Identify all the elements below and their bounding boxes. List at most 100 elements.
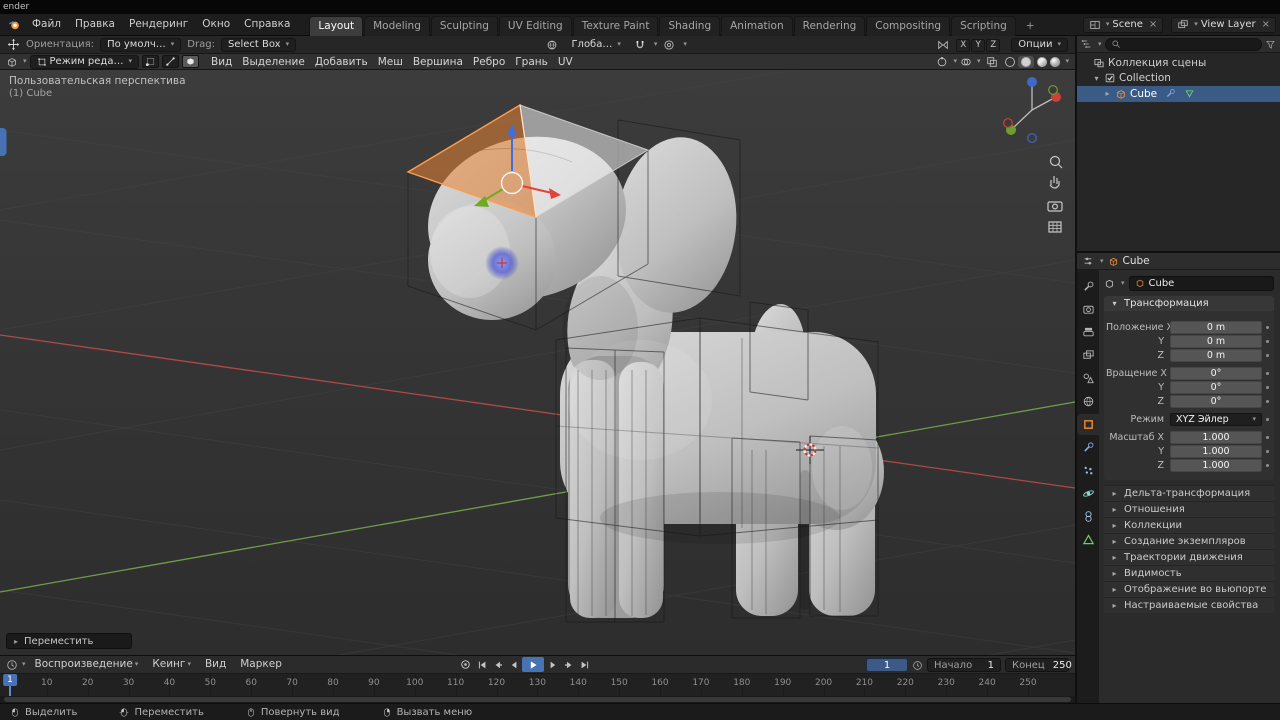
animate-dot[interactable] xyxy=(1262,464,1272,467)
orientation-dropdown[interactable]: По умолч… ▾ xyxy=(100,37,182,52)
shading-rendered-button[interactable] xyxy=(1050,56,1061,67)
viewport-menu-item[interactable]: UV xyxy=(553,56,578,68)
chevron-down-icon[interactable]: ▾ xyxy=(1121,279,1125,287)
drag-dropdown[interactable]: Select Box ▾ xyxy=(220,37,297,52)
blender-menu-button[interactable] xyxy=(4,18,25,31)
show-gizmo-icon[interactable] xyxy=(936,56,948,68)
preview-range-icon[interactable] xyxy=(912,660,923,671)
chevron-down-icon[interactable]: ▾ xyxy=(1098,40,1102,48)
animate-dot[interactable] xyxy=(1262,400,1272,403)
property-value-field[interactable]: 0° xyxy=(1170,367,1262,380)
next-frame-button[interactable] xyxy=(545,657,560,672)
properties-tab-object-data[interactable] xyxy=(1077,529,1099,550)
edge-select-button[interactable] xyxy=(162,55,179,68)
property-value-field[interactable]: 0 m xyxy=(1170,349,1262,362)
menubar-item[interactable]: Рендеринг xyxy=(122,14,195,35)
timeline-menu-item[interactable]: Маркер xyxy=(233,656,289,673)
chevron-down-icon[interactable]: ▾ xyxy=(977,58,981,65)
next-keyframe-button[interactable] xyxy=(561,657,576,672)
axis-x-neg-ball[interactable] xyxy=(1003,118,1013,128)
outliner-row[interactable]: Коллекция сцены xyxy=(1077,55,1280,71)
axis-y-neg-ball[interactable] xyxy=(1048,85,1058,95)
shading-wireframe-button[interactable] xyxy=(1005,56,1016,67)
overlays-icon[interactable] xyxy=(960,56,972,68)
properties-section-collapsed[interactable]: ▸ Коллекции xyxy=(1104,517,1274,533)
workspace-tab[interactable]: UV Editing xyxy=(498,15,572,36)
workspace-tab[interactable]: Layout xyxy=(309,15,364,36)
axis-z-neg-ball[interactable] xyxy=(1027,133,1037,143)
viewport-menu-item[interactable]: Добавить xyxy=(310,56,373,68)
remove-view-layer-button[interactable]: × xyxy=(1259,19,1270,30)
menubar-item[interactable]: Окно xyxy=(195,14,237,35)
properties-tab-view-layer[interactable] xyxy=(1077,345,1099,366)
chevron-down-icon[interactable]: ▾ xyxy=(654,41,658,48)
unlink-scene-button[interactable]: × xyxy=(1146,19,1157,30)
workspace-tab[interactable]: Shading xyxy=(659,15,721,36)
pivot-dropdown[interactable]: Глоба… ▾ xyxy=(564,38,627,52)
current-frame-field[interactable]: 1 xyxy=(866,658,908,672)
prev-keyframe-button[interactable] xyxy=(490,657,505,672)
record-button[interactable] xyxy=(458,657,473,672)
timeline-ruler[interactable]: 1102030405060708090100110120130140150160… xyxy=(0,674,1075,696)
properties-tab-world[interactable] xyxy=(1077,391,1099,412)
timeline-scrollbar[interactable] xyxy=(4,697,1071,702)
properties-section-collapsed[interactable]: ▸ Отображение во вьюпорте xyxy=(1104,581,1274,597)
editor-type-icon[interactable] xyxy=(6,56,18,68)
outliner-search-input[interactable] xyxy=(1104,37,1262,51)
jump-to-end-button[interactable] xyxy=(577,657,592,672)
properties-tab-output[interactable] xyxy=(1077,322,1099,343)
properties-tab-render[interactable] xyxy=(1077,299,1099,320)
property-value-field[interactable]: 0 m xyxy=(1170,335,1262,348)
add-workspace-button[interactable]: + xyxy=(1017,16,1044,36)
animate-dot[interactable] xyxy=(1262,372,1272,375)
animate-dot[interactable] xyxy=(1262,326,1272,329)
filter-icon[interactable] xyxy=(1265,39,1276,50)
view-layer-selector[interactable]: ▾ View Layer × xyxy=(1171,16,1276,33)
workspace-tab[interactable]: Compositing xyxy=(866,15,951,36)
snap-magnet-icon[interactable] xyxy=(634,39,646,51)
menubar-item[interactable]: Справка xyxy=(237,14,297,35)
timeline-menu-item[interactable]: Воспроизведение ▾ xyxy=(28,656,146,673)
animate-dot[interactable] xyxy=(1262,386,1272,389)
play-button[interactable] xyxy=(522,657,544,672)
operator-panel[interactable]: ▸ Переместить xyxy=(6,633,132,649)
expand-caret-icon[interactable]: ▸ xyxy=(1103,89,1112,98)
properties-tab-constraints[interactable] xyxy=(1077,506,1099,527)
play-reverse-button[interactable] xyxy=(506,657,521,672)
workspace-tab[interactable]: Sculpting xyxy=(430,15,498,36)
proportional-editing-icon[interactable] xyxy=(663,39,675,51)
move-tool-icon[interactable] xyxy=(7,38,20,51)
viewport-menu-item[interactable]: Ребро xyxy=(468,56,510,68)
workspace-tab[interactable]: Modeling xyxy=(364,15,430,36)
animate-dot[interactable] xyxy=(1262,450,1272,453)
options-dropdown[interactable]: Опции ▾ xyxy=(1011,37,1069,52)
outliner-row[interactable]: ▸ Cube xyxy=(1077,86,1280,102)
properties-section-collapsed[interactable]: ▸ Дельта-трансформация xyxy=(1104,485,1274,501)
property-value-field[interactable]: 0° xyxy=(1170,381,1262,394)
timeline-menu-item[interactable]: Кеинг ▾ xyxy=(145,656,198,673)
mirror-x-toggle[interactable]: X xyxy=(956,38,971,52)
face-select-button[interactable] xyxy=(182,55,199,68)
timeline-editor-icon[interactable] xyxy=(6,659,18,671)
animate-dot[interactable] xyxy=(1262,436,1272,439)
expand-caret-icon[interactable]: ▾ xyxy=(1092,74,1101,83)
properties-tab-object-properties[interactable] xyxy=(1077,414,1099,435)
chevron-down-icon[interactable]: ▾ xyxy=(1065,58,1069,65)
properties-tab-physics[interactable] xyxy=(1077,483,1099,504)
animate-dot[interactable] xyxy=(1262,418,1272,421)
viewport-menu-item[interactable]: Вершина xyxy=(408,56,468,68)
properties-section-collapsed[interactable]: ▸ Отношения xyxy=(1104,501,1274,517)
animate-dot[interactable] xyxy=(1262,340,1272,343)
menubar-item[interactable]: Файл xyxy=(25,14,68,35)
property-value-field[interactable]: 1.000 xyxy=(1170,431,1262,444)
workspace-tab[interactable]: Scripting xyxy=(951,15,1016,36)
chevron-down-icon[interactable]: ▾ xyxy=(1100,257,1104,265)
axis-z-ball[interactable] xyxy=(1027,77,1037,87)
property-value-field[interactable]: 1.000 xyxy=(1170,445,1262,458)
xray-toggle-icon[interactable] xyxy=(986,56,998,68)
properties-tab-particles[interactable] xyxy=(1077,460,1099,481)
property-value-field[interactable]: 0 m xyxy=(1170,321,1262,334)
chevron-down-icon[interactable]: ▾ xyxy=(683,41,687,48)
properties-section-collapsed[interactable]: ▸ Настраиваемые свойства xyxy=(1104,597,1274,613)
properties-editor-icon[interactable] xyxy=(1082,255,1094,267)
